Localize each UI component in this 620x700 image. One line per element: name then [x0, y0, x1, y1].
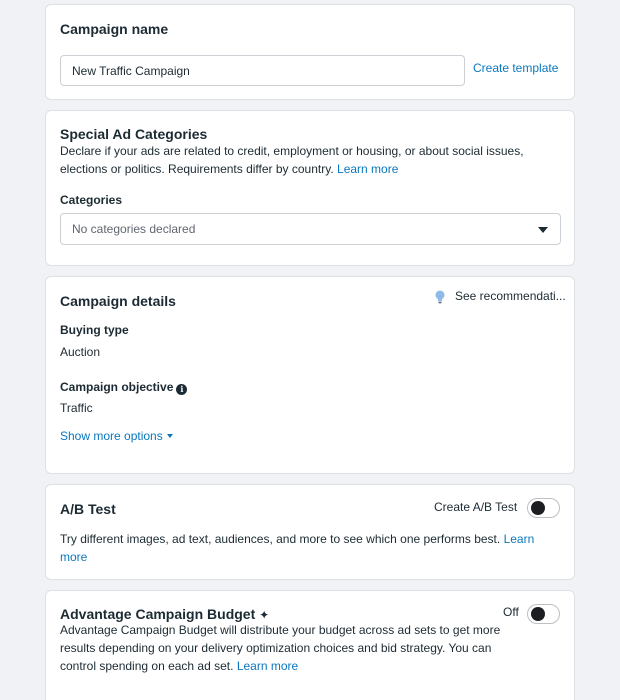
special-ad-categories-learn-more-link[interactable]: Learn more — [337, 162, 398, 176]
see-recommendations-label: See recommendati... — [455, 289, 566, 303]
ab-test-description: Try different images, ad text, audiences… — [60, 530, 555, 566]
toggle-knob — [531, 607, 545, 621]
advantage-budget-toggle-label: Off — [503, 605, 519, 619]
ab-test-title: A/B Test — [60, 501, 116, 517]
advantage-budget-description: Advantage Campaign Budget will distribut… — [60, 621, 505, 675]
lightbulb-icon — [435, 290, 445, 304]
special-ad-categories-description-text: Declare if your ads are related to credi… — [60, 144, 524, 176]
advantage-budget-title-text: Advantage Campaign Budget — [60, 606, 256, 622]
sparkle-icon: ✦ — [259, 608, 270, 622]
campaign-objective-label: Campaign objective i — [60, 380, 188, 395]
campaign-name-title: Campaign name — [60, 21, 169, 37]
campaign-name-input[interactable]: New Traffic Campaign — [60, 55, 465, 86]
advantage-campaign-budget-card: Advantage Campaign Budget ✦ Off Advantag… — [45, 590, 575, 700]
ab-test-description-text: Try different images, ad text, audiences… — [60, 532, 501, 546]
special-ad-categories-description: Declare if your ads are related to credi… — [60, 142, 560, 178]
categories-select[interactable]: No categories declared — [60, 213, 561, 245]
advantage-budget-learn-more-link[interactable]: Learn more — [237, 659, 298, 673]
chevron-down-icon — [538, 227, 548, 233]
categories-label: Categories — [60, 193, 123, 207]
show-more-options-label: Show more options — [60, 429, 163, 443]
create-template-link[interactable]: Create template — [473, 61, 558, 75]
campaign-objective-label-text: Campaign objective — [60, 380, 174, 394]
ab-test-card: A/B Test Create A/B Test Try different i… — [45, 484, 575, 580]
buying-type-label: Buying type — [60, 323, 129, 337]
toggle-knob — [531, 501, 545, 515]
ab-test-toggle[interactable] — [527, 498, 560, 518]
buying-type-value: Auction — [60, 345, 101, 359]
info-icon[interactable]: i — [176, 384, 188, 395]
campaign-objective-value: Traffic — [60, 401, 93, 415]
campaign-details-title: Campaign details — [60, 293, 176, 309]
categories-select-value: No categories declared — [72, 222, 196, 236]
create-ab-test-label: Create A/B Test — [434, 500, 518, 514]
campaign-details-card: Campaign details See recommendati... Buy… — [45, 276, 575, 474]
special-ad-categories-title: Special Ad Categories — [60, 126, 208, 142]
show-more-options-button[interactable]: Show more options — [60, 429, 173, 443]
see-recommendations-button[interactable]: See recommendati... — [434, 289, 570, 305]
campaign-name-card: Campaign name New Traffic Campaign Creat… — [45, 4, 575, 100]
campaign-name-input-value: New Traffic Campaign — [72, 63, 190, 78]
advantage-budget-title: Advantage Campaign Budget ✦ — [60, 606, 269, 622]
chevron-down-icon — [166, 434, 173, 438]
special-ad-categories-card: Special Ad Categories Declare if your ad… — [45, 110, 575, 266]
advantage-budget-toggle[interactable] — [527, 604, 560, 624]
